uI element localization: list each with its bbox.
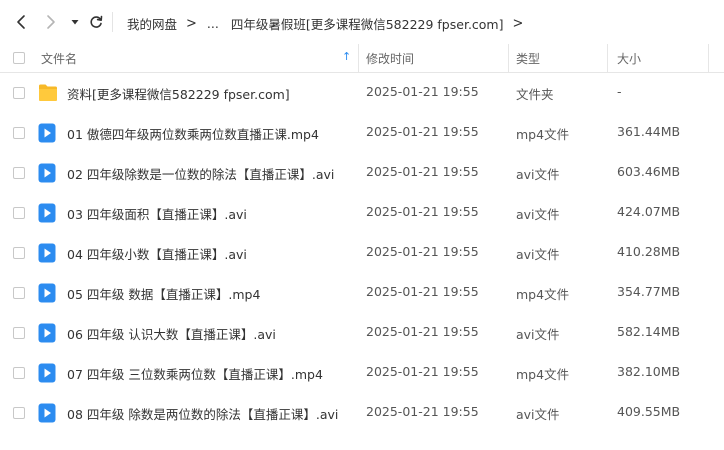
column-header-name[interactable]: 文件名 (41, 50, 77, 67)
table-row[interactable]: 05 四年级 数据【直播正课】.mp4 2025-01-21 19:55 mp4… (0, 273, 724, 313)
file-size: - (617, 84, 622, 99)
video-file-icon (38, 123, 56, 143)
file-size: 603.46MB (617, 164, 681, 179)
row-checkbox[interactable] (13, 167, 25, 179)
file-name[interactable]: 资料[更多课程微信582229 fpser.com] (67, 84, 290, 103)
file-size: 361.44MB (617, 124, 681, 139)
row-checkbox[interactable] (13, 87, 25, 99)
caret-down-icon (71, 20, 79, 25)
file-modified: 2025-01-21 19:55 (366, 124, 479, 139)
file-type: mp4文件 (516, 367, 570, 382)
table-row[interactable]: 01 傲德四年级两位数乘两位数直播正课.mp4 2025-01-21 19:55… (0, 113, 724, 153)
file-size: 410.28MB (617, 244, 681, 259)
file-name[interactable]: 06 四年级 认识大数【直播正课】.avi (67, 324, 276, 343)
video-file-icon (38, 163, 56, 183)
row-checkbox[interactable] (13, 127, 25, 139)
file-type: avi文件 (516, 327, 560, 342)
chevron-left-icon (17, 15, 25, 29)
select-all-checkbox[interactable] (13, 52, 25, 64)
file-size: 582.14MB (617, 324, 681, 339)
file-size: 354.77MB (617, 284, 681, 299)
row-checkbox[interactable] (13, 247, 25, 259)
file-modified: 2025-01-21 19:55 (366, 284, 479, 299)
file-name[interactable]: 08 四年级 除数是两位数的除法【直播正课】.avi (67, 404, 338, 423)
breadcrumb: 我的网盘 > ... 四年级暑假班[更多课程微信582229 fpser.com… (127, 14, 532, 32)
breadcrumb-separator: > (186, 14, 197, 32)
video-file-icon (38, 363, 56, 383)
file-name[interactable]: 02 四年级除数是一位数的除法【直播正课】.avi (67, 164, 334, 183)
file-modified: 2025-01-21 19:55 (366, 404, 479, 419)
file-size: 409.55MB (617, 404, 681, 419)
refresh-button[interactable] (86, 12, 106, 32)
file-name[interactable]: 04 四年级小数【直播正课】.avi (67, 244, 247, 263)
folder-icon (39, 84, 57, 101)
file-modified: 2025-01-21 19:55 (366, 164, 479, 179)
table-header: 文件名 ↑ 修改时间 类型 大小 (0, 44, 724, 73)
table-row[interactable]: 03 四年级面积【直播正课】.avi 2025-01-21 19:55 avi文… (0, 193, 724, 233)
row-checkbox[interactable] (13, 327, 25, 339)
column-divider[interactable] (708, 44, 709, 72)
file-modified: 2025-01-21 19:55 (366, 204, 479, 219)
row-checkbox[interactable] (13, 407, 25, 419)
breadcrumb-current[interactable]: 四年级暑假班[更多课程微信582229 fpser.com] (231, 14, 504, 33)
row-checkbox[interactable] (13, 367, 25, 379)
video-file-icon (38, 283, 56, 303)
chevron-right-icon (47, 15, 55, 29)
column-divider[interactable] (607, 44, 608, 72)
file-type: avi文件 (516, 247, 560, 262)
file-type: mp4文件 (516, 287, 570, 302)
row-checkbox[interactable] (13, 287, 25, 299)
row-checkbox[interactable] (13, 207, 25, 219)
back-button[interactable] (11, 12, 31, 32)
file-name[interactable]: 03 四年级面积【直播正课】.avi (67, 204, 247, 223)
sort-ascending-icon[interactable]: ↑ (342, 50, 351, 63)
file-modified: 2025-01-21 19:55 (366, 364, 479, 379)
breadcrumb-root[interactable]: 我的网盘 (127, 14, 177, 33)
file-name[interactable]: 01 傲德四年级两位数乘两位数直播正课.mp4 (67, 124, 319, 143)
breadcrumb-separator: > (512, 14, 524, 32)
refresh-icon (90, 15, 103, 28)
video-file-icon (38, 323, 56, 343)
file-type: avi文件 (516, 407, 560, 422)
column-divider[interactable] (508, 44, 509, 72)
file-type: mp4文件 (516, 127, 570, 142)
column-header-type[interactable]: 类型 (516, 50, 540, 67)
video-file-icon (38, 403, 56, 423)
table-row[interactable]: 08 四年级 除数是两位数的除法【直播正课】.avi 2025-01-21 19… (0, 393, 724, 433)
file-type: 文件夹 (516, 87, 554, 102)
file-name[interactable]: 05 四年级 数据【直播正课】.mp4 (67, 284, 260, 303)
column-header-modified[interactable]: 修改时间 (366, 50, 414, 67)
forward-button[interactable] (41, 12, 61, 32)
table-row[interactable]: 02 四年级除数是一位数的除法【直播正课】.avi 2025-01-21 19:… (0, 153, 724, 193)
breadcrumb-ellipsis[interactable]: ... (207, 16, 219, 31)
video-file-icon (38, 243, 56, 263)
file-type: avi文件 (516, 207, 560, 222)
toolbar-divider (112, 12, 113, 32)
table-row[interactable]: 07 四年级 三位数乘两位数【直播正课】.mp4 2025-01-21 19:5… (0, 353, 724, 393)
toolbar: 我的网盘 > ... 四年级暑假班[更多课程微信582229 fpser.com… (0, 0, 724, 44)
file-modified: 2025-01-21 19:55 (366, 324, 479, 339)
file-modified: 2025-01-21 19:55 (366, 84, 479, 99)
video-file-icon (38, 203, 56, 223)
table-row[interactable]: 资料[更多课程微信582229 fpser.com] 2025-01-21 19… (0, 73, 724, 113)
column-divider[interactable] (358, 44, 359, 72)
file-name[interactable]: 07 四年级 三位数乘两位数【直播正课】.mp4 (67, 364, 323, 383)
history-dropdown-button[interactable] (65, 12, 85, 32)
file-size: 382.10MB (617, 364, 681, 379)
file-size: 424.07MB (617, 204, 681, 219)
file-type: avi文件 (516, 167, 560, 182)
table-row[interactable]: 04 四年级小数【直播正课】.avi 2025-01-21 19:55 avi文… (0, 233, 724, 273)
file-modified: 2025-01-21 19:55 (366, 244, 479, 259)
column-header-size[interactable]: 大小 (617, 50, 641, 67)
table-row[interactable]: 06 四年级 认识大数【直播正课】.avi 2025-01-21 19:55 a… (0, 313, 724, 353)
